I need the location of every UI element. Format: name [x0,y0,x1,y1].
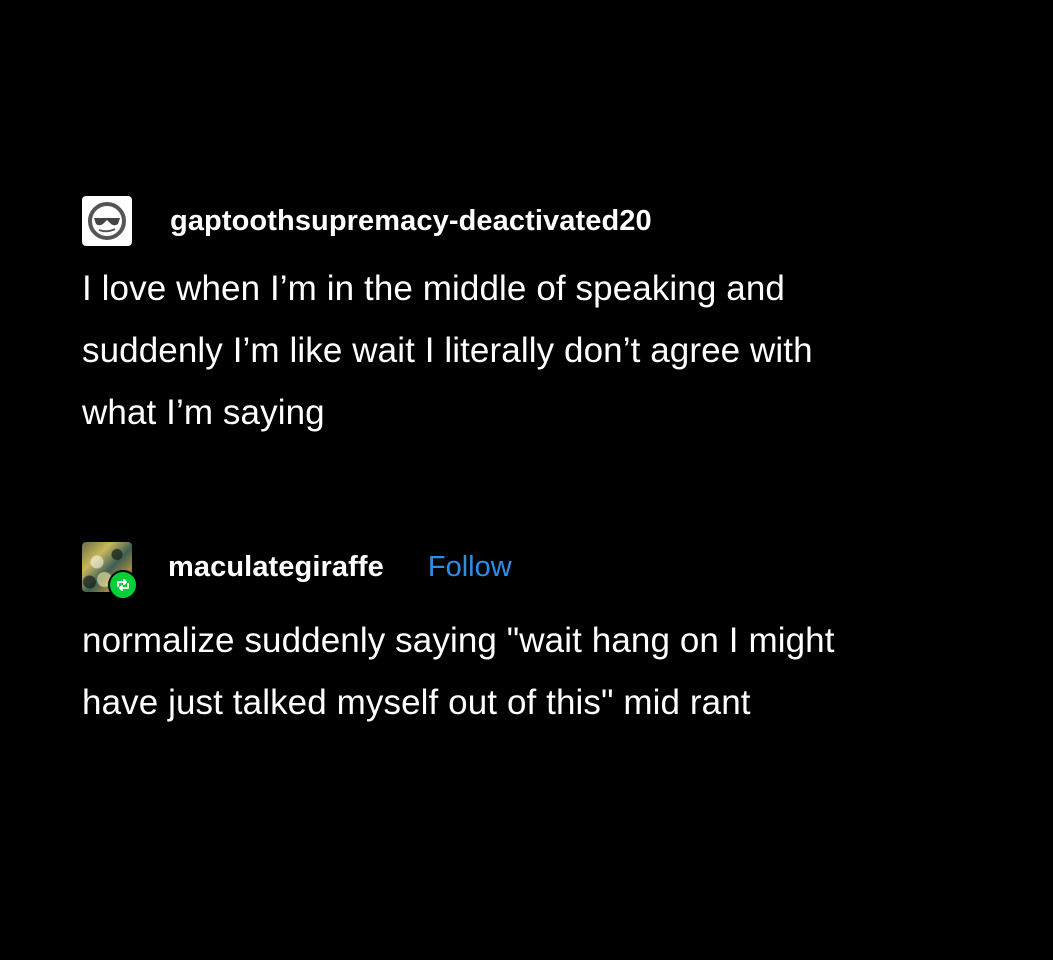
sunglasses-face-icon [88,202,126,240]
post-text-line: suddenly I’m like wait I literally don’t… [82,331,813,370]
reblog-icon [117,579,129,591]
post-text-line: I love when I’m in the middle of speakin… [82,269,785,308]
follow-button[interactable]: Follow [428,551,512,584]
post-body: normalize suddenly saying "wait hang on … [82,610,1022,734]
reblog-badge [108,570,138,600]
post-header: maculategiraffe Follow [82,542,1022,600]
post-body: I love when I’m in the middle of speakin… [82,258,1022,444]
avatar[interactable] [82,542,138,600]
reblog-post: maculategiraffe Follow normalize suddenl… [82,542,1022,734]
post-text-line: what I’m saying [82,393,325,432]
original-post: gaptoothsupremacy-deactivated20 I love w… [82,196,1022,444]
username[interactable]: maculategiraffe [168,551,384,584]
username[interactable]: gaptoothsupremacy-deactivated20 [170,205,652,238]
post-header: gaptoothsupremacy-deactivated20 [82,196,1022,246]
post-text-line: have just talked myself out of this" mid… [82,683,751,722]
post-text-line: normalize suddenly saying "wait hang on … [82,621,835,660]
avatar[interactable] [82,196,132,246]
